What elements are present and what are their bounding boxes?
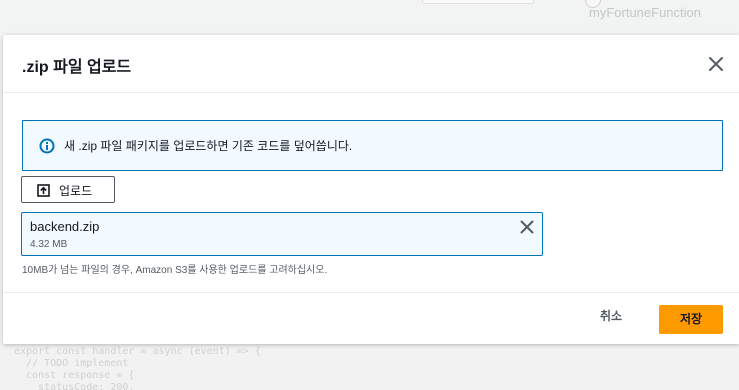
code-editor-background: export const handler = async (event) => …	[0, 344, 739, 390]
file-size: 4.32 MB	[30, 239, 68, 250]
info-icon	[39, 138, 55, 154]
info-alert: 새 .zip 파일 패키지를 업로드하면 기존 코드를 덮어씁니다.	[22, 120, 723, 171]
code-line: export const handler = async (event) => …	[14, 346, 261, 357]
upload-button-label: 업로드	[59, 184, 93, 198]
remove-file-icon[interactable]	[519, 219, 535, 235]
save-button[interactable]: 저장	[659, 305, 723, 334]
modal-header: .zip 파일 업로드	[3, 35, 739, 93]
code-line: const response = {	[14, 370, 135, 381]
upload-icon	[37, 184, 50, 197]
function-name-label: myFortuneFunction	[589, 5, 701, 20]
file-size-hint: 10MB가 넘는 파일의 경우, Amazon S3를 사용한 업로드를 고려하…	[22, 265, 328, 276]
modal-footer: 취소 저장	[3, 292, 739, 344]
upload-zip-modal: .zip 파일 업로드 새 .zip 파일 패키지를 업로드하면 기존 코드를 …	[3, 35, 739, 344]
code-line: statusCode: 200,	[14, 382, 135, 390]
info-message: 새 .zip 파일 패키지를 업로드하면 기존 코드를 덮어씁니다.	[64, 139, 353, 153]
close-icon[interactable]	[707, 55, 725, 73]
modal-title: .zip 파일 업로드	[22, 59, 132, 76]
upload-button[interactable]: 업로드	[21, 176, 115, 203]
file-name: backend.zip	[30, 219, 100, 234]
selected-file-token: backend.zip 4.32 MB	[21, 212, 543, 256]
code-line: // TODO implement	[14, 358, 129, 369]
page-header-background: myFortuneFunction	[0, 0, 739, 36]
background-field	[422, 0, 534, 4]
cancel-button[interactable]: 취소	[600, 307, 622, 324]
